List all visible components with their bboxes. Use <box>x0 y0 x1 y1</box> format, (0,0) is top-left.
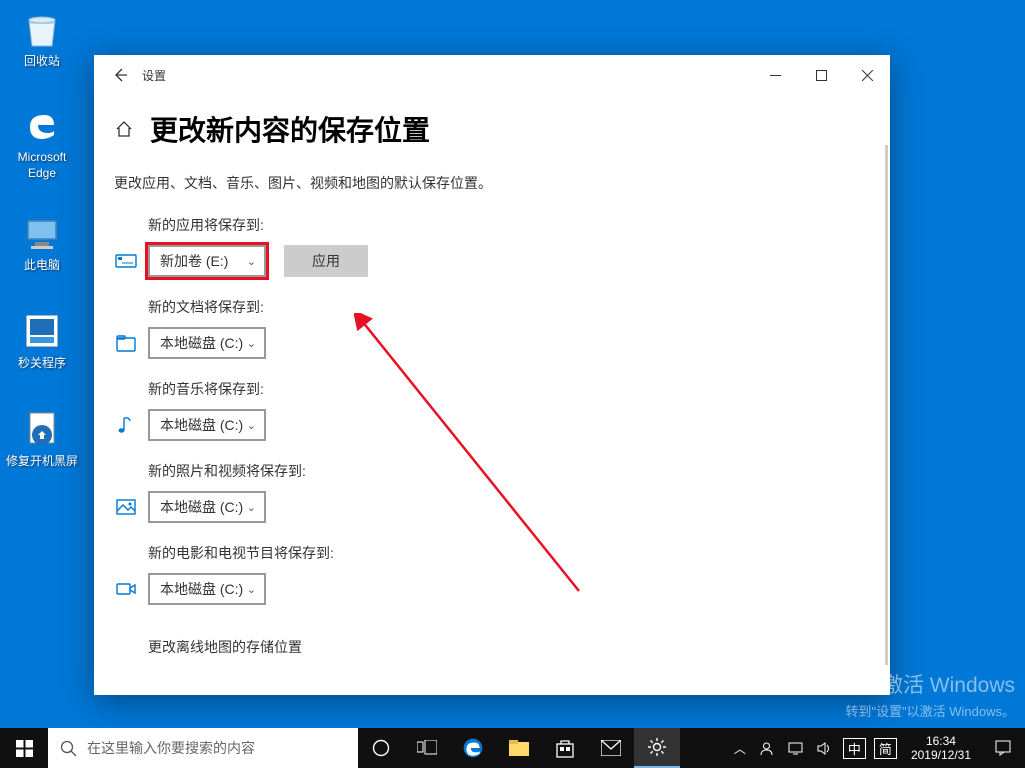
back-button[interactable] <box>102 57 138 93</box>
chevron-down-icon: ⌄ <box>247 337 256 350</box>
edge-icon <box>462 737 484 759</box>
recycle-bin-icon <box>21 8 63 50</box>
setting-label: 新的应用将保存到: <box>148 215 862 235</box>
maximize-icon <box>816 70 827 81</box>
desktop-icon-fix-boot[interactable]: 修复开机黑屏 <box>4 408 80 470</box>
chevron-down-icon: ⌄ <box>247 583 256 596</box>
chevron-down-icon: ⌄ <box>247 419 256 432</box>
edge-icon <box>21 104 63 146</box>
network-icon <box>787 740 804 757</box>
activation-watermark: 激活 Windows 转到"设置"以激活 Windows。 <box>845 669 1015 720</box>
window-titlebar: 设置 <box>94 55 890 95</box>
windows-icon <box>16 740 33 757</box>
music-icon <box>114 413 138 437</box>
offline-maps-link[interactable]: 更改离线地图的存储位置 <box>148 625 862 657</box>
window-title: 设置 <box>142 67 166 84</box>
scrollbar[interactable] <box>885 145 888 665</box>
minimize-button[interactable] <box>752 59 798 91</box>
close-icon <box>862 70 873 81</box>
setting-docs-location: 新的文档将保存到: 本地磁盘 (C:) ⌄ <box>114 297 862 359</box>
taskbar: 在这里输入你要搜索的内容 ︿ 中 简 16:34 2019/12/31 <box>0 728 1025 768</box>
chevron-up-icon: ︿ <box>734 740 746 757</box>
tray-people[interactable] <box>752 728 781 768</box>
taskbar-app-mail[interactable] <box>588 728 634 768</box>
photos-location-dropdown[interactable]: 本地磁盘 (C:) ⌄ <box>148 491 266 523</box>
computer-icon <box>21 212 63 254</box>
notification-icon <box>994 739 1012 757</box>
tray-clock[interactable]: 16:34 2019/12/31 <box>901 734 981 763</box>
task-view-icon <box>417 740 437 756</box>
close-button[interactable] <box>844 59 890 91</box>
video-icon <box>114 577 138 601</box>
desktop-icon-edge[interactable]: Microsoft Edge <box>4 104 80 181</box>
arrow-left-icon <box>111 66 129 84</box>
settings-window: 设置 更改新内容的保存位置 更改应用、文档、音乐、图片、视频和地图的默认保存位置… <box>94 55 890 695</box>
setting-label: 新的电影和电视节目将保存到: <box>148 543 862 563</box>
minimize-icon <box>770 70 781 81</box>
setting-label: 新的音乐将保存到: <box>148 379 862 399</box>
search-icon <box>60 740 77 757</box>
start-button[interactable] <box>0 728 48 768</box>
docs-location-dropdown[interactable]: 本地磁盘 (C:) ⌄ <box>148 327 266 359</box>
fix-boot-icon <box>21 408 63 450</box>
setting-movies-location: 新的电影和电视节目将保存到: 本地磁盘 (C:) ⌄ <box>114 543 862 605</box>
volume-icon <box>816 740 833 757</box>
home-button[interactable] <box>114 119 134 139</box>
tray-network[interactable] <box>781 728 810 768</box>
store-icon <box>555 738 575 758</box>
cortana-icon <box>372 739 390 757</box>
cortana-button[interactable] <box>358 728 404 768</box>
desktop-icon-shutdown-prog[interactable]: 秒关程序 <box>4 310 80 372</box>
page-title: 更改新内容的保存位置 <box>150 109 430 149</box>
gear-icon <box>647 737 667 757</box>
taskbar-app-store[interactable] <box>542 728 588 768</box>
maximize-button[interactable] <box>798 59 844 91</box>
music-location-dropdown[interactable]: 本地磁盘 (C:) ⌄ <box>148 409 266 441</box>
home-icon <box>114 119 134 139</box>
photos-icon <box>114 495 138 519</box>
apply-button[interactable]: 应用 <box>284 245 368 277</box>
tray-notifications[interactable] <box>981 728 1025 768</box>
chevron-down-icon: ⌄ <box>247 255 256 268</box>
taskbar-app-edge[interactable] <box>450 728 496 768</box>
folder-icon <box>509 739 529 757</box>
task-view-button[interactable] <box>404 728 450 768</box>
taskbar-app-explorer[interactable] <box>496 728 542 768</box>
shutdown-icon <box>21 310 63 352</box>
setting-apps-location: 新的应用将保存到: 新加卷 (E:) ⌄ 应用 <box>114 215 862 277</box>
tray-ime[interactable]: 中 <box>843 738 866 759</box>
tray-volume[interactable] <box>810 728 839 768</box>
page-description: 更改应用、文档、音乐、图片、视频和地图的默认保存位置。 <box>114 173 862 193</box>
setting-music-location: 新的音乐将保存到: 本地磁盘 (C:) ⌄ <box>114 379 862 441</box>
documents-icon <box>114 331 138 355</box>
desktop-icon-this-pc[interactable]: 此电脑 <box>4 212 80 274</box>
apps-icon <box>114 249 138 273</box>
apps-location-dropdown[interactable]: 新加卷 (E:) ⌄ <box>148 245 266 277</box>
mail-icon <box>601 740 621 756</box>
setting-label: 新的文档将保存到: <box>148 297 862 317</box>
setting-label: 新的照片和视频将保存到: <box>148 461 862 481</box>
people-icon <box>758 740 775 757</box>
chevron-down-icon: ⌄ <box>247 501 256 514</box>
tray-ime-mode[interactable]: 简 <box>874 738 897 759</box>
desktop-icon-recycle-bin[interactable]: 回收站 <box>4 8 80 70</box>
movies-location-dropdown[interactable]: 本地磁盘 (C:) ⌄ <box>148 573 266 605</box>
tray-chevron[interactable]: ︿ <box>728 728 752 768</box>
taskbar-app-settings[interactable] <box>634 728 680 768</box>
taskbar-search[interactable]: 在这里输入你要搜索的内容 <box>48 728 358 768</box>
setting-photos-location: 新的照片和视频将保存到: 本地磁盘 (C:) ⌄ <box>114 461 862 523</box>
